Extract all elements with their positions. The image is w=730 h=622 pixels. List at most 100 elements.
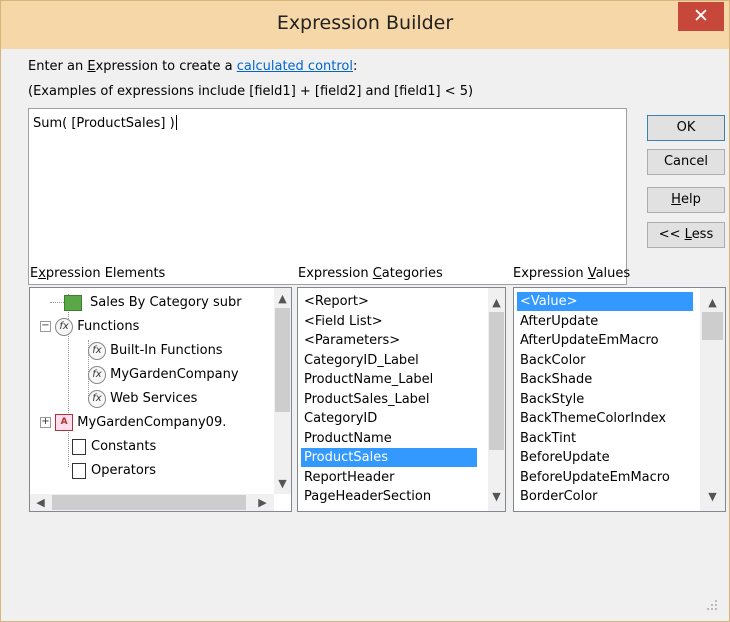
list-item[interactable]: <Value> — [517, 292, 693, 311]
tree-item-functions[interactable]: − fx Functions — [40, 316, 139, 338]
list-item[interactable]: BackThemeColorIndex — [517, 409, 669, 428]
expression-categories-label: Expression Categories — [298, 266, 443, 281]
expression-text: Sum( [ProductSales] ) — [33, 115, 177, 131]
less-label-rest: ess — [691, 227, 714, 242]
instruction-text: Enter an Expression to create a calculat… — [28, 59, 357, 74]
tree-item-operators[interactable]: Operators — [72, 460, 156, 482]
scroll-down-icon[interactable]: ▼ — [274, 475, 291, 492]
label-part: ategories — [381, 266, 443, 281]
list-item[interactable]: CategoryID_Label — [301, 351, 422, 370]
less-prefix: << — [658, 227, 685, 242]
expression-value: Sum( [ProductSales] ) — [33, 116, 175, 131]
tree-item-mygardencompany09[interactable]: + A MyGardenCompany09. — [40, 412, 226, 434]
scrollbar-thumb[interactable] — [275, 308, 290, 412]
title-bar[interactable]: Expression Builder ✕ — [1, 1, 729, 49]
database-icon: A — [55, 414, 74, 431]
help-accelerator: H — [671, 192, 681, 207]
tree-item-built-in-functions[interactable]: fx Built-In Functions — [88, 340, 223, 362]
tree-item-label: Constants — [91, 439, 157, 454]
label-part: pression Elements — [45, 266, 166, 281]
elements-vertical-scrollbar[interactable]: ▲ ▼ — [274, 288, 291, 494]
list-item[interactable]: <Report> — [301, 292, 372, 311]
list-item[interactable]: PageHeaderSection — [301, 487, 434, 506]
tree-item-label: Web Services — [110, 391, 198, 406]
expression-values-list[interactable]: <Value> AfterUpdate AfterUpdateEmMacro Back… — [513, 287, 726, 512]
help-label-rest: elp — [680, 192, 701, 207]
scrollbar-thumb[interactable] — [489, 312, 504, 450]
list-item[interactable]: BeforeUpdateEmMacro — [517, 468, 673, 487]
list-item[interactable]: BackColor — [517, 351, 589, 370]
list-item[interactable]: BeforeUpdate — [517, 448, 613, 467]
list-item[interactable]: ProductName_Label — [301, 370, 436, 389]
expression-elements-label: Expression Elements — [30, 266, 165, 281]
label-accelerator: V — [587, 266, 596, 281]
tree-item-label: Sales By Category subr — [90, 295, 242, 310]
scroll-left-icon[interactable]: ◀ — [32, 494, 49, 511]
instruction-prefix: Enter an — [28, 59, 88, 74]
ok-button[interactable]: OK — [647, 115, 725, 141]
instruction-suffix: : — [353, 59, 358, 74]
label-part: E — [30, 266, 39, 281]
function-icon: fx — [55, 317, 74, 336]
list-item[interactable]: <Field List> — [301, 312, 386, 331]
constants-icon — [72, 438, 86, 455]
list-item[interactable]: ProductName — [301, 429, 395, 448]
list-item[interactable]: <Parameters> — [301, 331, 403, 350]
scroll-down-icon[interactable]: ▼ — [488, 488, 505, 505]
scroll-right-icon[interactable]: ▶ — [254, 494, 271, 511]
tree-item-label: MyGardenCompany09. — [77, 415, 227, 430]
dialog-body: Enter an Expression to create a calculat… — [6, 49, 726, 617]
categories-vertical-scrollbar[interactable]: ▲ ▼ — [488, 288, 505, 511]
list-item[interactable]: AfterUpdate — [517, 312, 601, 331]
tree-line — [50, 302, 64, 303]
label-part: Expression — [513, 266, 588, 281]
tree-item-mygardencompany[interactable]: fx MyGardenCompany — [88, 364, 239, 386]
close-button[interactable]: ✕ — [678, 2, 724, 31]
values-vertical-scrollbar[interactable]: ▲ ▼ — [700, 288, 725, 511]
help-button[interactable]: Help — [647, 187, 725, 213]
scroll-up-icon[interactable]: ▲ — [274, 290, 291, 307]
scrollbar-thumb[interactable] — [52, 495, 246, 510]
list-item[interactable]: BackTint — [517, 429, 579, 448]
scrollbar-thumb[interactable] — [702, 312, 723, 340]
scroll-up-icon[interactable]: ▲ — [488, 294, 505, 311]
list-item[interactable]: BorderColor — [517, 487, 601, 506]
less-accelerator: L — [684, 227, 692, 242]
elements-horizontal-scrollbar[interactable]: ◀ ▶ — [30, 494, 274, 511]
tree-item-label: Built-In Functions — [110, 343, 223, 358]
expression-editor[interactable]: Sum( [ProductSales] ) — [28, 108, 627, 285]
label-part: alues — [595, 266, 631, 281]
tree-item-constants[interactable]: Constants — [72, 436, 156, 458]
list-item[interactable]: AfterUpdateEmMacro — [517, 331, 662, 350]
less-button[interactable]: << Less — [647, 222, 725, 248]
text-caret — [175, 115, 177, 130]
label-part: Expression — [298, 266, 373, 281]
label-accelerator: C — [372, 266, 382, 281]
examples-text: (Examples of expressions include [field1… — [28, 84, 474, 99]
list-item[interactable]: CategoryID — [301, 409, 380, 428]
form-icon — [64, 294, 82, 311]
scroll-up-icon[interactable]: ▲ — [704, 294, 721, 311]
expand-icon[interactable]: + — [40, 417, 51, 428]
tree-item-sales-by-category[interactable]: Sales By Category subr — [50, 292, 242, 314]
cancel-button[interactable]: Cancel — [647, 149, 725, 175]
expression-categories-list[interactable]: <Report> <Field List> <Parameters> Category… — [297, 287, 506, 512]
tree-item-web-services[interactable]: fx Web Services — [88, 388, 197, 410]
expression-elements-tree[interactable]: Sales By Category subr − fx Functions fx… — [29, 287, 292, 512]
calculated-control-link[interactable]: calculated control — [237, 59, 353, 74]
list-item[interactable]: ReportHeader — [301, 468, 397, 487]
resize-grip-icon[interactable] — [706, 599, 718, 611]
list-item[interactable]: BackShade — [517, 370, 595, 389]
tree-item-label: Functions — [77, 319, 140, 334]
list-item[interactable]: ProductSales_Label — [301, 390, 433, 409]
label-accelerator: x — [38, 266, 46, 281]
operators-icon — [72, 462, 86, 479]
list-item[interactable]: BackStyle — [517, 390, 587, 409]
expression-builder-dialog: Expression Builder ✕ Enter an Expression… — [0, 0, 730, 622]
tree-item-label: MyGardenCompany — [110, 367, 239, 382]
window-title: Expression Builder — [276, 12, 454, 34]
collapse-icon[interactable]: − — [40, 321, 51, 332]
scroll-down-icon[interactable]: ▼ — [704, 488, 721, 505]
list-item[interactable]: ProductSales — [301, 448, 477, 467]
expression-values-label: Expression Values — [513, 266, 630, 281]
